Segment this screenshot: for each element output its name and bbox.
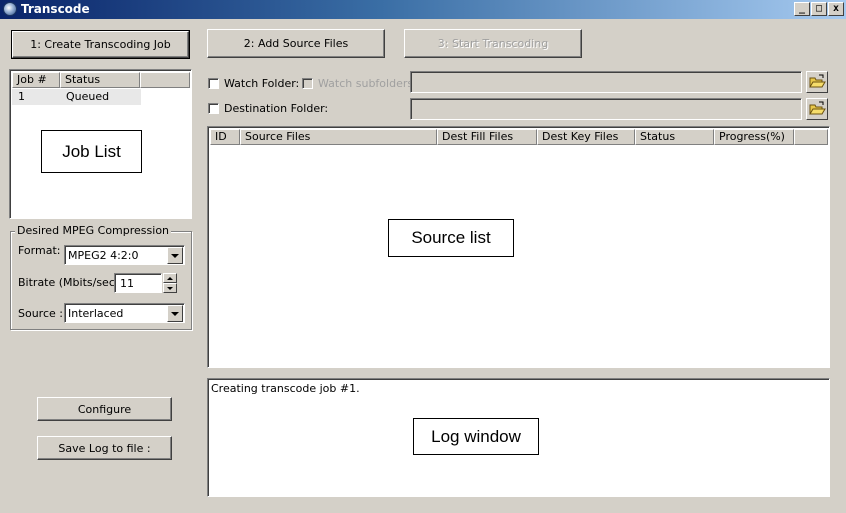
close-icon: x xyxy=(832,3,840,14)
source-label: Source : xyxy=(18,307,63,320)
add-source-label: 2: Add Source Files xyxy=(243,37,349,50)
job-list-header-filler xyxy=(140,72,190,88)
minimize-icon: _ xyxy=(798,3,806,14)
start-transcoding-button[interactable]: 3: Start Transcoding xyxy=(404,29,582,58)
source-col-status[interactable]: Status xyxy=(635,129,714,145)
source-list-callout: Source list xyxy=(388,219,514,257)
arrow-down-icon xyxy=(167,286,173,290)
start-label: 3: Start Transcoding xyxy=(437,37,549,50)
save-log-button[interactable]: Save Log to file : xyxy=(37,436,172,460)
maximize-button[interactable]: □ xyxy=(811,2,827,16)
bitrate-value: 11 xyxy=(120,277,134,290)
source-value: Interlaced xyxy=(68,307,124,320)
destination-folder-label: Destination Folder: xyxy=(224,102,329,115)
open-folder-icon xyxy=(809,74,826,88)
watch-folder-path-input[interactable] xyxy=(410,71,802,93)
create-job-label: 1: Create Transcoding Job xyxy=(30,38,171,51)
open-folder-icon xyxy=(809,101,826,115)
watch-folder-label: Watch Folder: xyxy=(224,77,300,90)
window-title: Transcode xyxy=(21,2,90,16)
bitrate-label: Bitrate (Mbits/sec) xyxy=(18,276,120,289)
source-col-source-files[interactable]: Source Files xyxy=(240,129,437,145)
format-value: MPEG2 4:2:0 xyxy=(68,249,139,262)
source-col-id[interactable]: ID xyxy=(210,129,240,145)
job-list-header-job[interactable]: Job # xyxy=(12,72,60,88)
add-source-files-button[interactable]: 2: Add Source Files xyxy=(207,29,385,58)
format-select[interactable]: MPEG2 4:2:0 xyxy=(64,245,185,265)
configure-label: Configure xyxy=(77,402,132,416)
source-dropdown-button[interactable] xyxy=(167,305,183,322)
arrow-up-icon xyxy=(167,276,173,280)
watch-folder-browse-button[interactable] xyxy=(806,71,828,93)
job-list-callout: Job List xyxy=(41,130,142,173)
destination-folder-checkbox[interactable] xyxy=(208,103,219,114)
watch-subfolders-checkbox[interactable] xyxy=(302,78,313,89)
chevron-down-icon xyxy=(171,311,179,316)
bitrate-down-button[interactable] xyxy=(163,283,177,293)
configure-button[interactable]: Configure xyxy=(37,397,172,421)
minimize-button[interactable]: _ xyxy=(794,2,810,16)
maximize-icon: □ xyxy=(815,3,823,14)
source-select[interactable]: Interlaced xyxy=(64,303,185,323)
bitrate-up-button[interactable] xyxy=(163,273,177,283)
log-window-callout: Log window xyxy=(413,418,539,455)
source-col-progress[interactable]: Progress(%) xyxy=(714,129,794,145)
source-col-filler xyxy=(794,129,828,145)
app-icon[interactable] xyxy=(3,2,17,16)
job-list-row[interactable]: 1 Queued xyxy=(12,89,141,105)
log-line: Creating transcode job #1. xyxy=(211,382,360,395)
create-transcoding-job-button[interactable]: 1: Create Transcoding Job xyxy=(11,30,190,59)
source-col-dest-key[interactable]: Dest Key Files xyxy=(537,129,635,145)
destination-folder-browse-button[interactable] xyxy=(806,98,828,120)
close-button[interactable]: x xyxy=(828,2,844,16)
destination-folder-path-input[interactable] xyxy=(410,98,802,120)
save-log-label: Save Log to file : xyxy=(58,441,151,455)
title-bar[interactable]: Transcode _ □ x xyxy=(0,0,846,19)
bitrate-input[interactable]: 11 xyxy=(114,273,162,293)
job-status: Queued xyxy=(66,90,110,103)
compression-group-title: Desired MPEG Compression xyxy=(15,224,172,237)
watch-folder-checkbox[interactable] xyxy=(208,78,219,89)
source-list[interactable]: ID Source Files Dest Fill Files Dest Key… xyxy=(207,126,830,368)
chevron-down-icon xyxy=(171,253,179,258)
job-number: 1 xyxy=(18,90,25,103)
watch-subfolders-label: Watch subfolders xyxy=(318,77,414,90)
source-col-dest-fill[interactable]: Dest Fill Files xyxy=(437,129,537,145)
format-label: Format: xyxy=(18,244,61,257)
job-list-header-status[interactable]: Status xyxy=(60,72,140,88)
format-dropdown-button[interactable] xyxy=(167,247,183,264)
bitrate-spinner[interactable] xyxy=(163,273,177,293)
